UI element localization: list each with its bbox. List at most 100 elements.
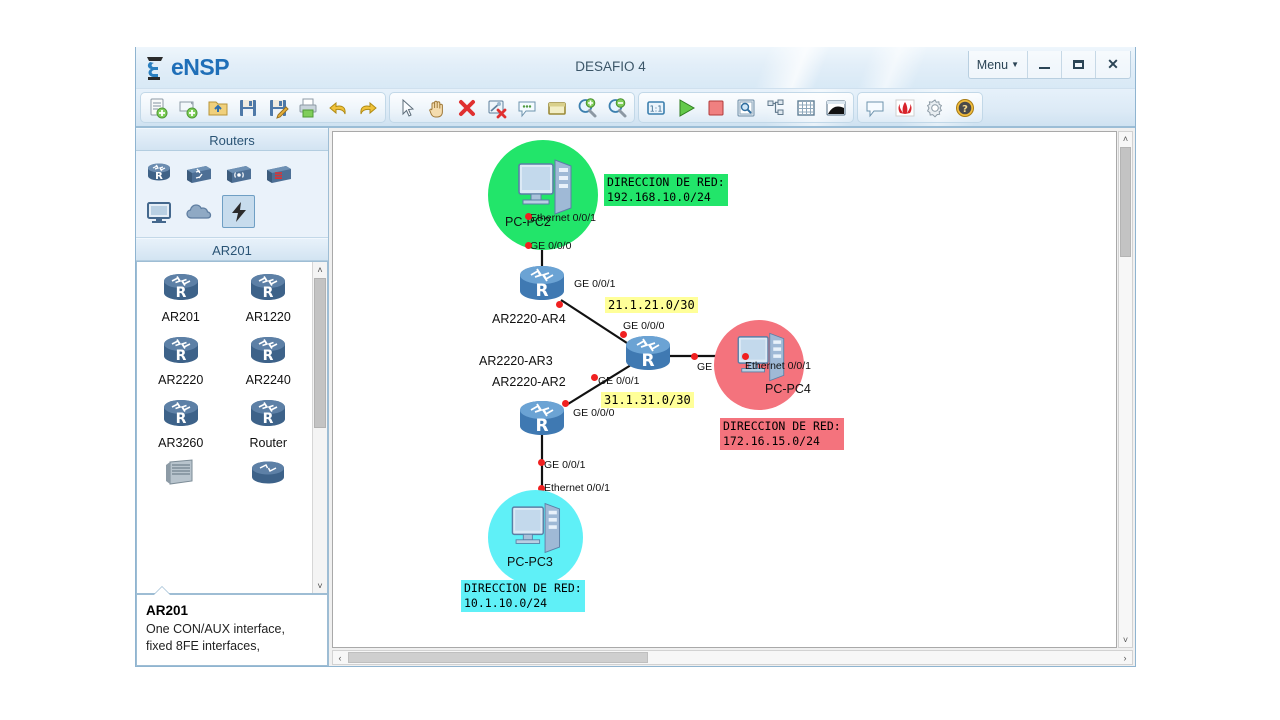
select-pointer-icon[interactable] [392,94,422,121]
device-item-router[interactable]: R Router [225,396,313,450]
huawei-logo-icon[interactable] [890,94,920,121]
node-ar4[interactable]: R [513,262,571,315]
device-item-ar2220[interactable]: R AR2220 [137,333,225,387]
minimize-button[interactable] [1028,51,1062,78]
device-item-ar1220[interactable]: R AR1220 [225,270,313,324]
settings-gear-icon[interactable] [920,94,950,121]
save-icon[interactable] [233,94,263,121]
device-list-panel: R AR201 R AR1220 R AR2220 R AR2240 R AR3… [136,261,328,594]
connection-type-icon[interactable] [222,195,255,228]
device-item-extra-router[interactable] [225,459,313,487]
router-icon: R [251,400,286,427]
zoom-in-icon[interactable] [572,94,602,121]
router-icon: R [163,400,198,427]
chassis-icon [165,459,193,485]
canvas-vscroll-thumb[interactable] [1120,147,1131,257]
device-item-ar3260[interactable]: R AR3260 [137,396,225,450]
cloud-type-icon[interactable] [182,195,215,228]
device-item-ar2240[interactable]: R AR2240 [225,333,313,387]
node-label-ar2: AR2220-AR2 [492,375,566,389]
device-type-row-2 [142,195,322,228]
scroll-up-icon[interactable]: ˄ [313,262,327,277]
scrollbar-thumb[interactable] [314,278,326,428]
topology-canvas[interactable]: PC-PC2 DIRECCION DE RED: 192.168.10.0/24… [332,131,1117,648]
rectangle-shape-icon[interactable] [542,94,572,121]
canvas-hscroll-thumb[interactable] [348,652,648,663]
link-endpoint-dot [538,459,545,466]
router-icon: R [626,336,670,371]
device-item-label: AR2240 [245,373,291,387]
minimize-icon [1039,67,1050,69]
new-topology-icon[interactable] [143,94,173,121]
save-as-icon[interactable] [263,94,293,121]
main-body: Routers R AR201 R AR201 R AR1220 R AR222… [136,128,1135,666]
wlan-type-icon[interactable] [222,157,255,190]
svg-text:R: R [175,348,186,364]
network-note-pc3: DIRECCION DE RED: 10.1.10.0/24 [461,580,585,613]
router-type-icon[interactable]: R [142,157,175,190]
device-list-scrollbar[interactable]: ˄ ˅ [312,262,327,593]
canvas-scroll-down-icon[interactable]: ˅ [1119,633,1132,647]
router-icon: R [163,337,198,364]
iface-label-ar2-ge001: GE 0/0/1 [544,459,586,471]
svg-text:R: R [175,411,186,427]
undo-icon[interactable] [323,94,353,121]
iface-label-ar3-ge001: GE 0/0/1 [598,375,640,387]
canvas-scroll-right-icon[interactable]: › [1118,651,1132,664]
delete-icon[interactable] [452,94,482,121]
print-icon[interactable] [293,94,323,121]
menu-button[interactable]: Menu ▼ [969,51,1028,78]
iface-label-pc4-eth: Ethernet 0/0/1 [745,360,811,372]
device-item-label: Router [249,436,288,450]
topology-canvas-area: PC-PC2 DIRECCION DE RED: 192.168.10.0/24… [329,128,1135,666]
hand-pan-icon[interactable] [422,94,452,121]
pc-icon [511,502,561,554]
device-item-chassis[interactable] [137,459,225,487]
topology-tree-icon[interactable] [761,94,791,121]
subnet-tag-21: 21.1.21.0/30 [605,297,698,313]
delete-link-icon[interactable] [482,94,512,121]
switch-type-icon[interactable] [182,157,215,190]
device-item-ar201[interactable]: R AR201 [137,270,225,324]
canvas-horizontal-scrollbar[interactable]: ‹ › [332,650,1133,665]
device-tooltip-panel: AR201 One CON/AUX interface, fixed 8FE i… [136,587,328,666]
redo-icon[interactable] [353,94,383,121]
close-icon: ✕ [1107,56,1119,72]
node-label-ar3: AR2220-AR3 [479,354,553,368]
comment-icon[interactable] [860,94,890,121]
grid-icon[interactable] [791,94,821,121]
capture-packet-icon[interactable] [731,94,761,121]
endpoint-type-icon[interactable] [142,195,175,228]
device-item-label: AR1220 [245,310,291,324]
zoom-actual-size-icon[interactable]: 1:1 [641,94,671,121]
scroll-down-icon[interactable]: ˅ [313,578,327,593]
console-window-icon[interactable] [821,94,851,121]
canvas-scroll-left-icon[interactable]: ‹ [333,651,347,664]
stop-device-icon[interactable] [701,94,731,121]
text-balloon-icon[interactable] [512,94,542,121]
canvas-scroll-up-icon[interactable]: ˄ [1119,132,1132,146]
canvas-vertical-scrollbar[interactable]: ˄ ˅ [1118,131,1133,648]
iface-label-ar2-ge000: GE 0/0/0 [573,407,615,419]
device-item-label: AR3260 [158,436,204,450]
node-pc3[interactable] [507,498,565,563]
firewall-type-icon[interactable] [262,157,295,190]
tooltip-description: One CON/AUX interface, fixed 8FE interfa… [146,622,285,653]
device-sidebar: Routers R AR201 R AR201 R AR1220 R AR222… [136,128,329,666]
subnet-tag-31: 31.1.31.0/30 [601,392,694,408]
svg-text:1:1: 1:1 [650,104,663,113]
maximize-button[interactable] [1062,51,1096,78]
device-item-label: AR2220 [158,373,204,387]
svg-text:?: ? [962,103,968,114]
start-device-icon[interactable] [671,94,701,121]
new-device-icon[interactable] [173,94,203,121]
help-question-icon[interactable]: ? [950,94,980,121]
svg-text:R: R [263,285,274,301]
open-folder-icon[interactable] [203,94,233,121]
pc-icon [518,159,572,215]
iface-label-pc3-eth: Ethernet 0/0/1 [544,482,610,494]
toolbar-group-misc: ? [857,92,983,123]
zoom-out-icon[interactable] [602,94,632,121]
close-button[interactable]: ✕ [1096,51,1130,78]
tooltip-notch [153,587,171,596]
